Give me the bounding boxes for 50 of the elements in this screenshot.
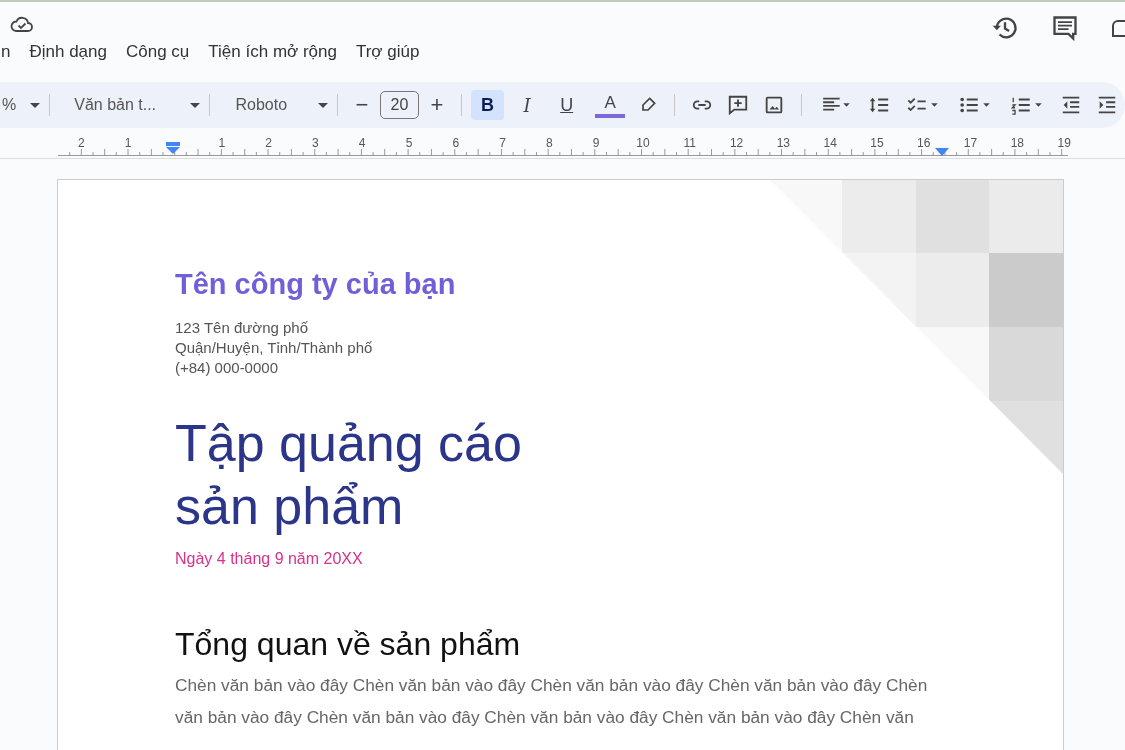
address-line: (+84) 000-0000: [175, 358, 279, 378]
comment-icon[interactable]: [1051, 14, 1079, 42]
left-indent-marker-icon[interactable]: [166, 142, 180, 154]
document-title: Tập quảng cáo sản phẩm: [175, 413, 523, 537]
font-size-field[interactable]: 20: [379, 91, 420, 119]
image-icon[interactable]: [763, 94, 785, 116]
format-button[interactable]: B: [470, 90, 505, 120]
ruler-number: 1: [218, 136, 226, 150]
ruler-number: 7: [499, 136, 506, 150]
decrease-size-button[interactable]: −: [347, 90, 377, 120]
address-line: 123 Tên đường phố: [175, 318, 310, 338]
menu-item[interactable]: Định dạng: [29, 42, 107, 62]
section-heading: Tổng quan về sản phẩm: [175, 626, 522, 663]
ruler-number: 14: [823, 136, 837, 150]
font-dropdown[interactable]: Roboto: [235, 96, 329, 114]
add-comment-icon[interactable]: [727, 94, 749, 116]
text-color-button[interactable]: A: [595, 92, 625, 118]
ruler-number: 1: [124, 136, 132, 150]
body-paragraph: Chèn văn bản vào đây Chèn văn bản vào đây Chèn văn bản vào đây Chèn văn bản vào đây Chèn văn bản vào đây Chèn văn bản vào đây Chèn văn bản vào đây Chèn văn bản vào đây Chèn văn: [175, 674, 929, 729]
ruler-number: 19: [1057, 136, 1071, 150]
ruler-number: 12: [729, 136, 744, 150]
format-button[interactable]: I: [510, 90, 544, 120]
ruler-number: 11: [683, 136, 696, 150]
ruler-number: 2: [265, 136, 272, 150]
document-date: Ngày 4 tháng 9 năm 20XX: [175, 550, 364, 568]
ruler-number: 2: [78, 136, 85, 150]
ruler-number: 17: [963, 136, 978, 150]
cloud-saved-icon[interactable]: [10, 15, 34, 33]
ruler-number: 13: [776, 136, 791, 150]
company-name: Tên công ty của bạn: [175, 268, 457, 301]
style-dropdown[interactable]: Văn bản t...: [74, 96, 201, 114]
zoom-dropdown[interactable]: %: [2, 96, 41, 114]
ruler-number: 8: [546, 136, 553, 150]
format-button[interactable]: U: [549, 90, 584, 120]
menu-item[interactable]: Công cụ: [126, 42, 190, 62]
ruler-number: 4: [358, 136, 366, 150]
increase-size-button[interactable]: +: [422, 90, 452, 120]
ruler-number: 16: [917, 136, 931, 150]
menu-item[interactable]: Trợ giúp: [355, 42, 420, 62]
ruler-number: 15: [870, 136, 884, 150]
right-indent-marker-icon[interactable]: [935, 148, 949, 156]
menu-item[interactable]: Tiện ích mở rộng: [208, 42, 337, 62]
ruler-number: 9: [592, 136, 600, 150]
ruler-number: 18: [1010, 136, 1024, 150]
ruler-number: 10: [636, 136, 650, 150]
ruler-number: 5: [405, 136, 413, 150]
ruler-number: 3: [312, 136, 319, 150]
ruler-number: 6: [452, 136, 460, 150]
address-line: Quận/Huyện, Tỉnh/Thành phố: [175, 338, 374, 358]
menu-item[interactable]: n: [1, 42, 11, 62]
